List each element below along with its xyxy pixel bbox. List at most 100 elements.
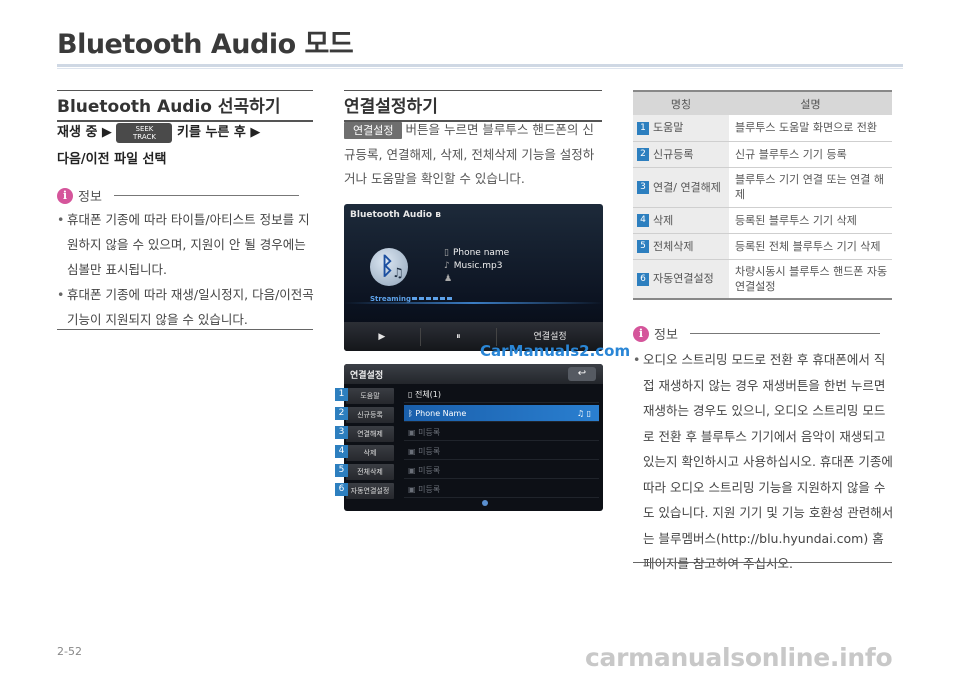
table-cell-name: 5 전체삭제 bbox=[633, 233, 729, 260]
table-header-desc: 설명 bbox=[729, 90, 892, 115]
list-item: 휴대폰 기종에 따라 재생/일시정지, 다음/이전곡 기능이 지원되지 않을 수… bbox=[57, 282, 315, 332]
device-icon: ▣ bbox=[408, 466, 419, 475]
screen-glow bbox=[344, 302, 603, 304]
menu-help[interactable]: 도움말 bbox=[346, 388, 394, 404]
connection-settings-paragraph: 연결설정 버튼을 누르면 블루투스 핸드폰의 신규등록, 연결해제, 삭제, 전체… bbox=[344, 118, 604, 192]
callout-badge: 3 bbox=[335, 426, 348, 439]
info-rule bbox=[689, 333, 880, 334]
connection-settings-chip: 연결설정 bbox=[344, 122, 403, 139]
section-top-rule bbox=[57, 90, 313, 91]
menu-delete[interactable]: 삭제 bbox=[346, 445, 394, 461]
table-row: 3 연결/ 연결해제 블루투스 기기 연결 또는 연결 해제 bbox=[633, 167, 892, 208]
table-cell-name: 4 삭제 bbox=[633, 207, 729, 234]
info-bullets: 오디오 스트리밍 모드로 전환 후 휴대폰에서 직접 재생하지 않는 경우 재생… bbox=[633, 347, 895, 577]
table-row: 6 자동연결설정 차량시동시 블루투스 핸드폰 자동연결설정 bbox=[633, 259, 892, 300]
person-icon: ♟ bbox=[444, 274, 453, 284]
info-icon: i bbox=[633, 325, 649, 342]
seek-track-button: SEEK TRACK bbox=[116, 122, 173, 143]
table-header-row: 명칭 설명 bbox=[633, 90, 892, 115]
note-icon: ♪ bbox=[444, 261, 450, 271]
function-table: 명칭 설명 1 도움말 블루투스 도움말 화면으로 전환 2 신규등록 신규 블루투… bbox=[633, 90, 892, 300]
list-item: 오디오 스트리밍 모드로 전환 후 휴대폰에서 직접 재생하지 않는 경우 재생… bbox=[633, 347, 895, 577]
page-title: Bluetooth Audio 모드 bbox=[57, 29, 354, 60]
seek-label: SEEK bbox=[135, 124, 154, 133]
table-cell-desc: 등록된 전체 블루투스 기기 삭제 bbox=[729, 233, 892, 260]
number-badge: 1 bbox=[637, 121, 649, 135]
section-top-rule bbox=[344, 90, 602, 91]
artist-line: ♟ bbox=[444, 274, 456, 284]
info-label: 정보 bbox=[78, 190, 102, 205]
track-label: TRACK bbox=[132, 132, 156, 141]
list-item: 휴대폰 기종에 따라 타이틀/아티스트 정보를 지원하지 않을 수 있으며, 지… bbox=[57, 207, 315, 282]
bluetooth-audio-screen: Bluetooth Audio ʙ ᛒ ♫ ▯ Phone name ♪ Music… bbox=[344, 204, 603, 351]
step1-suffix: 키를 누른 후 ▶ bbox=[177, 125, 261, 140]
list-item[interactable]: ▣ 미등록 bbox=[404, 424, 599, 441]
list-item: ▯ 전체(1) bbox=[404, 386, 599, 403]
play-button[interactable]: ▶ bbox=[344, 327, 421, 346]
bluetooth-status-icon bbox=[482, 500, 488, 506]
phone-icon: ▯ bbox=[444, 248, 449, 258]
callout-badge: 1 bbox=[335, 388, 348, 401]
title-rule bbox=[57, 64, 903, 67]
table-cell-desc: 블루투스 기기 연결 또는 연결 해제 bbox=[729, 167, 892, 208]
streaming-bar bbox=[412, 297, 452, 300]
bluetooth-small-icon: ʙ bbox=[435, 210, 441, 220]
select-track-heading: Bluetooth Audio 선곡하기 bbox=[57, 92, 313, 122]
number-badge: 3 bbox=[637, 181, 649, 194]
section-end-rule bbox=[57, 329, 313, 330]
info-rule bbox=[113, 195, 299, 196]
table-cell-name: 2 신규등록 bbox=[633, 141, 729, 168]
callout-badge: 4 bbox=[335, 445, 348, 458]
info-icon: i bbox=[57, 187, 73, 204]
audio-phone-icon: ♫ ▯ bbox=[576, 409, 591, 418]
number-badge: 2 bbox=[637, 148, 649, 161]
info-header: i 정보 bbox=[633, 324, 880, 343]
callout-badge: 5 bbox=[335, 464, 348, 477]
page-number: 2-52 bbox=[57, 645, 82, 658]
callout-badge: 6 bbox=[335, 483, 348, 496]
list-item[interactable]: ▣ 미등록 bbox=[404, 481, 599, 498]
section-end-rule bbox=[633, 562, 892, 563]
device-icon: ▣ bbox=[408, 447, 419, 456]
connection-settings-screen: 연결설정 ↩ 도움말 신규등록 연결해제 삭제 전체삭제 자동연결설정 ▯ 전체… bbox=[344, 364, 603, 511]
device-icon: ▣ bbox=[408, 485, 419, 494]
table-cell-desc: 등록된 블루투스 기기 삭제 bbox=[729, 207, 892, 234]
step-1: 재생 중 ▶ SEEK TRACK 키를 누른 후 ▶ bbox=[57, 121, 260, 143]
list-item[interactable]: ▣ 미등록 bbox=[404, 462, 599, 479]
table-cell-name: 1 도움말 bbox=[633, 115, 729, 142]
table-row: 2 신규등록 신규 블루투스 기기 등록 bbox=[633, 141, 892, 168]
table-header-name: 명칭 bbox=[633, 90, 729, 115]
table-cell-name: 6 자동연결설정 bbox=[633, 259, 729, 300]
table-cell-desc: 신규 블루투스 기기 등록 bbox=[729, 141, 892, 168]
music-note-icon: ♫ bbox=[392, 266, 404, 281]
title-rule-thin bbox=[57, 68, 903, 69]
info-bullets: 휴대폰 기종에 따라 타이틀/아티스트 정보를 지원하지 않을 수 있으며, 지… bbox=[57, 207, 315, 332]
number-badge: 6 bbox=[637, 272, 649, 286]
center-watermark: CarManuals2.com bbox=[480, 342, 631, 360]
menu-new-register[interactable]: 신규등록 bbox=[346, 407, 394, 423]
list-item[interactable]: ▣ 미등록 bbox=[404, 443, 599, 460]
screen2-title: 연결설정 bbox=[350, 371, 384, 381]
device-icon: ▣ bbox=[408, 428, 419, 437]
step1-prefix: 재생 중 ▶ bbox=[57, 125, 112, 140]
menu-disconnect[interactable]: 연결해제 bbox=[346, 426, 394, 442]
phone-icon: ▯ bbox=[408, 390, 415, 399]
table-row: 1 도움말 블루투스 도움말 화면으로 전환 bbox=[633, 115, 892, 142]
menu-auto-connect[interactable]: 자동연결설정 bbox=[346, 483, 394, 499]
table-cell-name: 3 연결/ 연결해제 bbox=[633, 167, 729, 208]
phone-name-line: ▯ Phone name bbox=[444, 248, 510, 258]
music-file-line: ♪ Music.mp3 bbox=[444, 261, 503, 271]
info-header: i 정보 bbox=[57, 186, 299, 205]
list-item[interactable]: ᛒ Phone Name ♫ ▯ bbox=[404, 405, 599, 422]
back-button[interactable]: ↩ bbox=[568, 367, 596, 381]
callout-badge: 2 bbox=[335, 407, 348, 420]
number-badge: 5 bbox=[637, 240, 649, 253]
table-cell-desc: 차량시동시 블루투스 핸드폰 자동연결설정 bbox=[729, 259, 892, 300]
table-row: 4 삭제 등록된 블루투스 기기 삭제 bbox=[633, 207, 892, 234]
screen-title: Bluetooth Audio ʙ bbox=[350, 210, 441, 220]
table-cell-desc: 블루투스 도움말 화면으로 전환 bbox=[729, 115, 892, 142]
number-badge: 4 bbox=[637, 214, 649, 227]
info-label: 정보 bbox=[654, 328, 678, 343]
step-2: 다음/이전 파일 선택 bbox=[57, 152, 167, 167]
menu-delete-all[interactable]: 전체삭제 bbox=[346, 464, 394, 480]
